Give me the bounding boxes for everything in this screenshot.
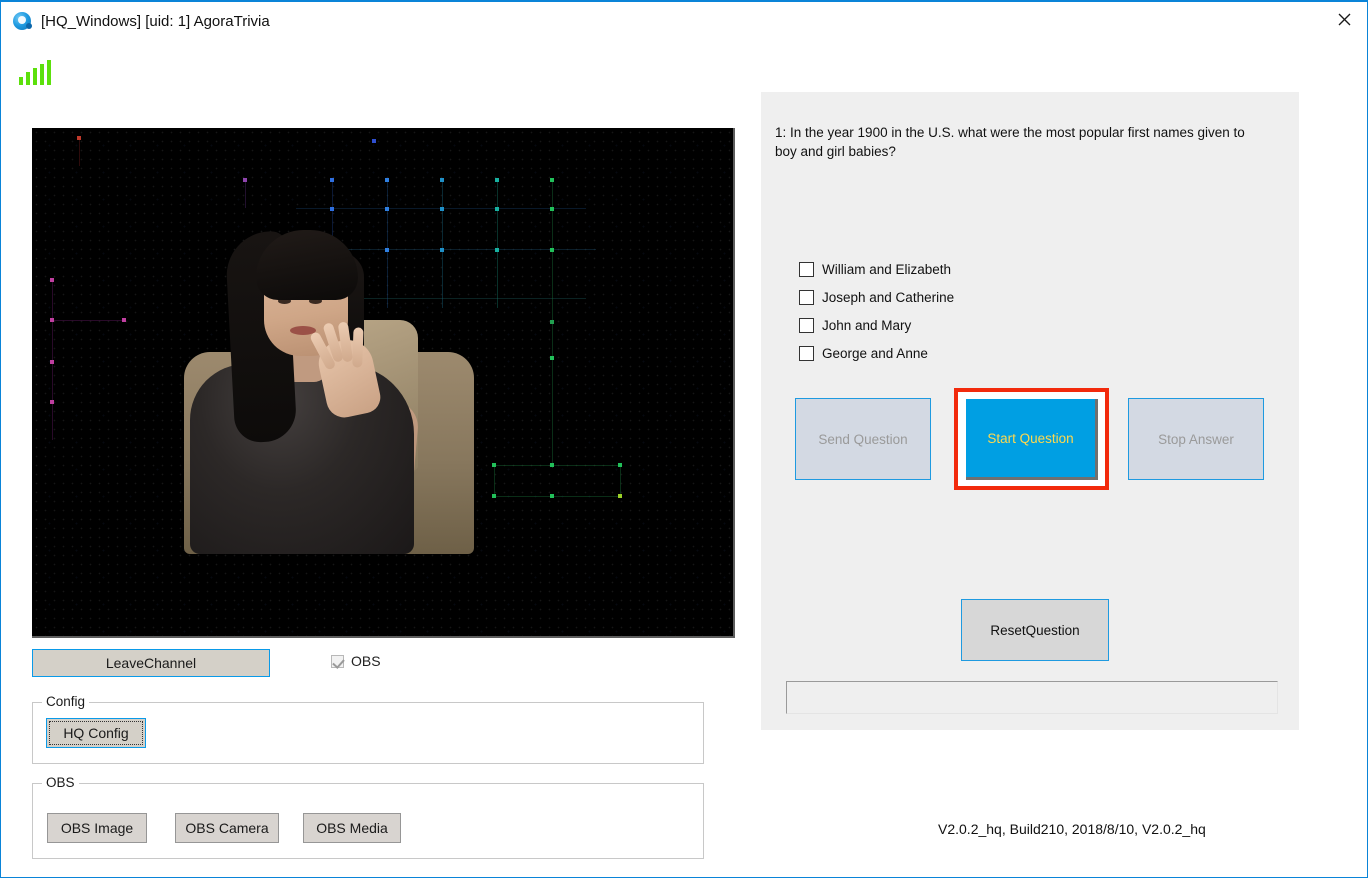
answer-checkbox-1[interactable] [799, 261, 814, 277]
answer-checkbox-4[interactable] [799, 345, 814, 361]
question-panel: 1: In the year 1900 in the U.S. what wer… [761, 92, 1299, 730]
leave-channel-label: LeaveChannel [105, 655, 197, 671]
answer-label-4: George and Anne [822, 345, 928, 361]
leave-channel-button[interactable]: LeaveChannel [32, 649, 270, 677]
hq-config-button[interactable]: HQ Config [46, 718, 146, 748]
reset-question-label: ResetQuestion [990, 622, 1080, 638]
stop-answer-button[interactable]: Stop Answer [1128, 398, 1264, 480]
answer-checkbox-3[interactable] [799, 317, 814, 333]
answer-label-3: John and Mary [822, 317, 912, 333]
hq-config-label: HQ Config [63, 725, 129, 741]
video-host-figure [172, 212, 474, 554]
answer-options-list: William and Elizabeth Joseph and Catheri… [799, 255, 1099, 367]
agora-app-icon [13, 12, 32, 30]
stop-answer-label: Stop Answer [1158, 431, 1234, 447]
obs-groupbox-title: OBS [42, 775, 79, 790]
answer-option-3[interactable]: John and Mary [799, 311, 1099, 339]
answer-label-1: William and Elizabeth [822, 261, 952, 277]
obs-camera-label: OBS Camera [185, 820, 269, 836]
answer-option-4[interactable]: George and Anne [799, 339, 1099, 367]
status-input[interactable] [786, 681, 1278, 714]
signal-bars-icon [19, 59, 53, 85]
obs-checkbox-label: OBS [351, 653, 381, 669]
start-question-button[interactable]: Start Question [966, 399, 1098, 480]
config-groupbox: Config HQ Config [32, 694, 704, 764]
start-question-label: Start Question [987, 430, 1074, 446]
question-text: 1: In the year 1900 in the U.S. what wer… [775, 125, 1245, 159]
send-question-button[interactable]: Send Question [795, 398, 931, 480]
obs-media-label: OBS Media [316, 820, 388, 836]
reset-question-button[interactable]: ResetQuestion [961, 599, 1109, 661]
obs-checkbox[interactable] [331, 654, 344, 668]
start-question-highlight-box: Start Question [954, 388, 1109, 490]
obs-camera-button[interactable]: OBS Camera [175, 813, 279, 843]
obs-media-button[interactable]: OBS Media [303, 813, 401, 843]
obs-groupbox: OBS OBS Image OBS Camera OBS Media [32, 775, 704, 859]
answer-option-1[interactable]: William and Elizabeth [799, 255, 1099, 283]
local-video-preview [32, 128, 735, 638]
title-bar: [HQ_Windows] [uid: 1] AgoraTrivia [1, 2, 1367, 40]
answer-checkbox-2[interactable] [799, 289, 814, 305]
answer-option-2[interactable]: Joseph and Catherine [799, 283, 1099, 311]
send-question-label: Send Question [818, 431, 908, 447]
version-text: V2.0.2_hq, Build210, 2018/8/10, V2.0.2_h… [938, 821, 1206, 837]
application-window: [HQ_Windows] [uid: 1] AgoraTrivia LeaveC… [0, 0, 1368, 878]
close-icon[interactable] [1321, 3, 1367, 35]
obs-checkbox-row[interactable]: OBS [331, 653, 381, 669]
window-title: [HQ_Windows] [uid: 1] AgoraTrivia [41, 12, 270, 30]
obs-image-label: OBS Image [60, 820, 134, 836]
config-groupbox-title: Config [42, 694, 90, 709]
obs-image-button[interactable]: OBS Image [47, 813, 147, 843]
answer-label-2: Joseph and Catherine [822, 289, 955, 305]
